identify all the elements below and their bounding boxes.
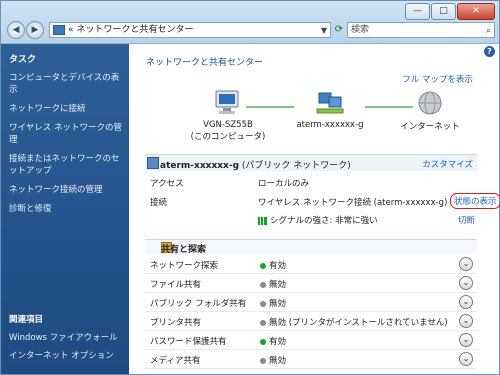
sharing-row-value: 無効 (プリンタがインストールされていません) [260, 316, 448, 328]
address-text: ネットワークと共有センター [76, 25, 194, 35]
network-icon [147, 157, 159, 169]
related-heading: 関連項目 [9, 315, 44, 325]
expand-icon[interactable]: ⌄ [459, 257, 473, 271]
sharing-row: ファイル共有 無効 ⌄ [145, 273, 477, 293]
expand-icon[interactable]: ⌄ [459, 352, 473, 366]
refresh-icon[interactable]: ⟳ [332, 22, 346, 38]
status-on-icon [260, 338, 266, 345]
sharing-row-label: パブリック フォルダ共有 [150, 299, 247, 309]
sharing-row-status-text: 無効 [269, 280, 287, 290]
map-node-router[interactable]: aterm-xxxxxx-g [285, 89, 375, 130]
expand-icon[interactable]: ⌄ [459, 276, 473, 290]
sharing-row-label: メディア共有 [150, 356, 201, 366]
help-icon[interactable]: ? [484, 46, 495, 57]
sharing-row-label: パスワード保護共有 [150, 337, 227, 347]
connection-value: ワイヤレス ネットワーク接続 (aterm-xxxxxx-g) [258, 198, 448, 208]
disconnect-link[interactable]: 切断 [458, 214, 475, 226]
expand-icon[interactable]: ⌄ [459, 333, 473, 347]
sidebar-item-diagnose[interactable]: 診断と修復 [1, 203, 129, 215]
status-off-icon [260, 357, 266, 364]
chevron-down-icon[interactable]: ▼ [321, 24, 327, 38]
full-map-link[interactable]: フル マップを表示 [402, 73, 473, 85]
internet-label: インターネット [400, 122, 460, 132]
sharing-row-status-text: 無効 [269, 356, 287, 366]
minimize-button[interactable]: — [405, 3, 430, 20]
network-icon [316, 92, 344, 114]
sidebar-item-setup-connection[interactable]: 接続またはネットワークのセットアップ [1, 153, 129, 177]
address-bar[interactable]: « ネットワークと共有センター ▼ [49, 22, 331, 38]
sharing-row-status-text: 有効 [269, 337, 287, 347]
sidebar-item-connect[interactable]: ネットワークに接続 [1, 103, 129, 115]
network-title: aterm-xxxxxx-g (パブリック ネットワーク) [160, 158, 351, 171]
sharing-row-value: 無効 [260, 297, 286, 309]
search-input[interactable]: 検索 ⌕ [347, 22, 495, 38]
search-icon[interactable]: ⌕ [486, 24, 491, 38]
network-folder-icon [53, 25, 65, 35]
expand-icon[interactable]: ⌄ [459, 314, 473, 328]
signal-text: シグナルの強さ: 非常に強い [270, 216, 378, 226]
expand-icon[interactable]: ⌄ [459, 295, 473, 309]
sharing-row-status-text: 無効 (プリンタがインストールされていません) [269, 318, 448, 328]
sharing-row-label: ネットワーク探索 [150, 261, 219, 271]
sharing-row-status-text: 無効 [269, 299, 287, 309]
sidebar-item-view-devices[interactable]: コンピュータとデバイスの表示 [1, 72, 129, 96]
status-off-icon [260, 281, 266, 288]
view-status-link[interactable]: 状態の表示 [450, 193, 500, 209]
related-internet-options-link[interactable]: インターネット オプション [9, 349, 114, 361]
access-label: アクセス [150, 179, 184, 189]
sidebar-item-manage-connections[interactable]: ネットワーク接続の管理 [1, 184, 129, 196]
network-type: (パブリック ネットワーク) [239, 161, 351, 171]
sharing-row: ネットワーク探索 有効 ⌄ [145, 254, 477, 274]
status-off-icon [260, 300, 266, 307]
sharing-row-value: 無効 [260, 354, 286, 366]
globe-icon [418, 91, 442, 115]
network-name: aterm-xxxxxx-g [160, 161, 240, 171]
tasks-heading: タスク [9, 55, 37, 65]
window: — □ ✕ ◀ ▶ « ネットワークと共有センター ▼ ⟳ 検索 ⌕ タスク コ… [0, 0, 500, 375]
sharing-header: 共有と探索 [145, 239, 477, 255]
sidebar-item-manage-wireless[interactable]: ワイヤレス ネットワークの管理 [1, 122, 129, 146]
computer-desc: (このコンピュータ) [190, 132, 266, 142]
window-controls: — □ ✕ [405, 3, 495, 20]
access-value: ローカルのみ [258, 179, 310, 189]
task-pane: タスク コンピュータとデバイスの表示 ネットワークに接続 ワイヤレス ネットワー… [1, 44, 129, 374]
router-name: aterm-xxxxxx-g [296, 120, 364, 130]
network-header: aterm-xxxxxx-g (パブリック ネットワーク) カスタマイズ [145, 154, 477, 171]
sharing-row-label: プリンタ共有 [150, 318, 202, 328]
computer-name: VGN-SZ55B [203, 120, 253, 130]
customize-link[interactable]: カスタマイズ [422, 158, 473, 170]
sharing-row-status-text: 有効 [269, 261, 287, 271]
signal-strength-icon [258, 216, 267, 225]
status-on-icon [260, 262, 266, 269]
signal-value: シグナルの強さ: 非常に強い [258, 214, 378, 226]
connection-label: 接続 [150, 198, 168, 208]
sharing-row-value: 有効 [260, 259, 286, 271]
maximize-button[interactable]: □ [431, 3, 456, 20]
forward-button[interactable]: ▶ [26, 21, 44, 39]
computer-icon [215, 90, 239, 114]
title-bar: — □ ✕ ◀ ▶ « ネットワークと共有センター ▼ ⟳ 検索 ⌕ [1, 1, 499, 44]
close-button[interactable]: ✕ [457, 3, 495, 20]
address-prefix: « [68, 25, 74, 35]
back-button[interactable]: ◀ [7, 21, 25, 39]
sharing-row-label: ファイル共有 [150, 280, 202, 290]
main-content: ? ネットワークと共有センター フル マップを表示 VGN-SZ55B (このコ… [130, 44, 500, 374]
sharing-row-value: 有効 [260, 335, 286, 347]
map-node-internet[interactable]: インターネット [390, 89, 470, 132]
status-off-icon [260, 319, 266, 326]
sharing-row: パスワード保護共有 有効 ⌄ [145, 330, 477, 350]
related-firewall-link[interactable]: Windows ファイアウォール [9, 331, 118, 343]
map-node-computer[interactable]: VGN-SZ55B (このコンピュータ) [188, 89, 268, 142]
sharing-row: メディア共有 無効 ⌄ [145, 349, 477, 369]
sharing-row: パブリック フォルダ共有 無効 ⌄ [145, 292, 477, 312]
sharing-row-value: 無効 [260, 278, 286, 290]
page-title: ネットワークと共有センター [146, 58, 264, 68]
sharing-row: プリンタ共有 無効 (プリンタがインストールされていません) ⌄ [145, 311, 477, 331]
search-placeholder: 検索 [351, 25, 370, 35]
